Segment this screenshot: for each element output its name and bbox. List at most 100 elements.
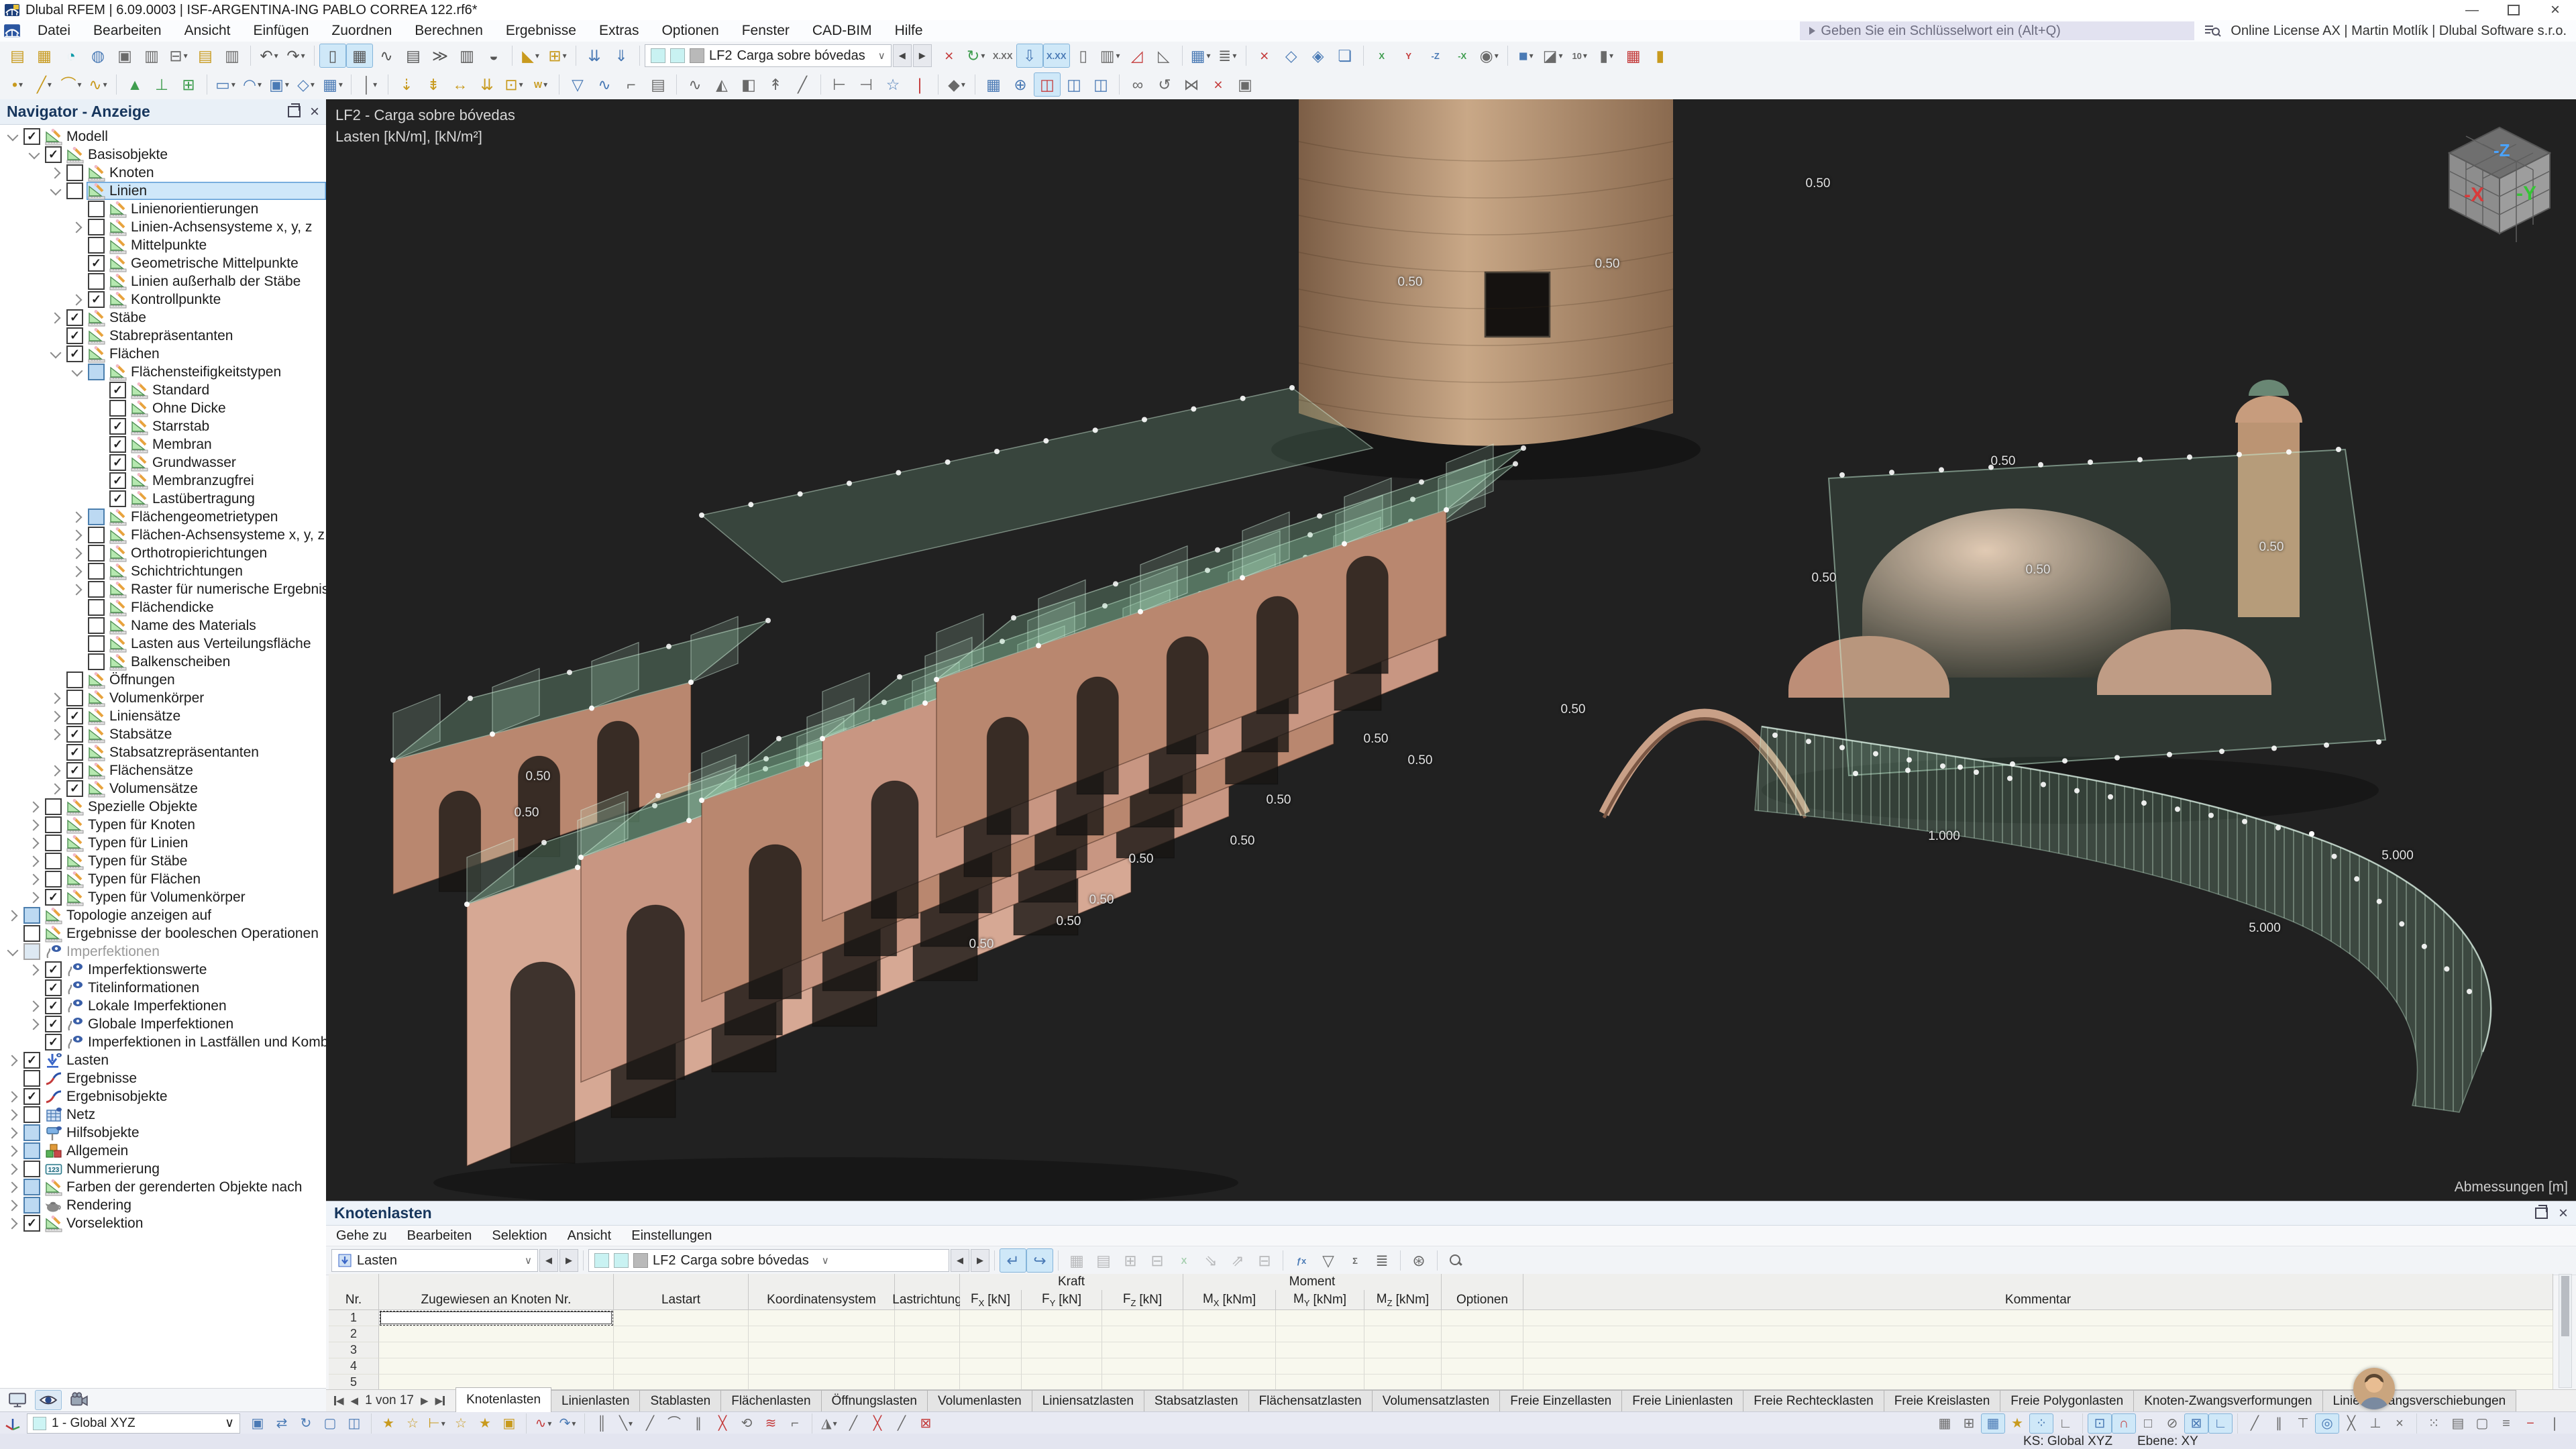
tree-expander-icon[interactable] (27, 818, 42, 833)
table-menu-selektion[interactable]: Selektion (482, 1228, 557, 1244)
table-cell[interactable] (1364, 1358, 1442, 1375)
magic-select-icon[interactable]: ☆ (879, 72, 906, 97)
line-load-icon[interactable]: ⇟ (420, 72, 447, 97)
table-view-icon[interactable]: ▤ (1090, 1248, 1117, 1273)
tree-checkbox[interactable] (23, 943, 40, 960)
copy-solid-icon[interactable]: ❏ (1332, 44, 1358, 68)
column-header-mz[interactable]: MZ[kNm] (1364, 1290, 1442, 1310)
tree-item-linienorientierungen[interactable]: Linienorientierungen (0, 200, 326, 218)
tree-item-volumensätze[interactable]: ✓Volumensätze (0, 780, 326, 798)
restore-backup-icon[interactable]: ◔ (58, 44, 85, 68)
tree-checkbox[interactable] (88, 364, 105, 380)
table-tab-knoten-zwangsverformungen[interactable]: Knoten-Zwangsverformungen (2133, 1390, 2322, 1412)
tree-checkbox[interactable] (66, 672, 83, 688)
tree-item-geometrische-mittelpunkte[interactable]: ✓Geometrische Mittelpunkte (0, 254, 326, 272)
column-header-nr-[interactable]: Nr. (329, 1290, 379, 1310)
line-single-icon[interactable]: ╱ (638, 1413, 662, 1434)
delete-row-icon[interactable]: ⊟ (1144, 1248, 1171, 1273)
previous-table-loadcase[interactable]: ◀ (951, 1249, 969, 1272)
column-header-fz[interactable]: FZ[kN] (1102, 1290, 1183, 1310)
crosshair-grid-icon[interactable]: ⊕ (1007, 72, 1034, 97)
transfer-loads-icon[interactable]: ⇊ (581, 44, 608, 68)
tree-item-liniensätze[interactable]: ✓Liniensätze (0, 707, 326, 725)
tree-item-imperfektionen-in-lastfällen-und-kombinationen-a-[interactable]: ✓Imperfektionen in Lastfällen und Kombin… (0, 1033, 326, 1051)
tree-checkbox[interactable]: ✓ (45, 1034, 62, 1051)
smooth-results-icon[interactable]: ◺ (1150, 44, 1177, 68)
float-panel-icon[interactable] (288, 106, 301, 117)
insert-row-icon[interactable]: ⊞ (1117, 1248, 1144, 1273)
table-cell[interactable] (1022, 1326, 1102, 1342)
tree-item-lasten[interactable]: ✓Lasten (0, 1051, 326, 1069)
calculation-check-icon[interactable]: ≣▾ (1214, 44, 1241, 68)
restore-button[interactable] (2493, 0, 2534, 20)
tree-checkbox[interactable] (45, 798, 62, 815)
column-header-lastrichtung[interactable]: Lastrichtung (895, 1290, 960, 1310)
table-cell[interactable] (1102, 1326, 1183, 1342)
tree-checkbox[interactable]: ✓ (109, 490, 126, 507)
tree-item-flächengeometrietypen[interactable]: Flächengeometrietypen (0, 508, 326, 526)
table-cell[interactable] (749, 1375, 895, 1391)
tree-checkbox[interactable] (88, 653, 105, 670)
table-cell[interactable] (1022, 1310, 1102, 1326)
tree-expander-icon[interactable] (70, 365, 85, 380)
table-tab-volumensatzlasten[interactable]: Volumensatzlasten (1372, 1390, 1501, 1412)
open-model-icon[interactable]: ▦ (31, 44, 58, 68)
tree-checkbox[interactable] (45, 835, 62, 851)
column-header-mx[interactable]: MX[kNm] (1183, 1290, 1276, 1310)
tree-checkbox[interactable]: ✓ (23, 128, 40, 145)
column-header-zugewiesen-an-knoten-nr-[interactable]: Zugewiesen an Knoten Nr. (379, 1290, 614, 1310)
tree-checkbox[interactable]: ✓ (109, 472, 126, 489)
table-cell[interactable] (1022, 1375, 1102, 1391)
tree-checkbox[interactable]: ✓ (66, 309, 83, 326)
fe-grid-icon[interactable]: ▦ (980, 72, 1007, 97)
square-snap-icon[interactable]: □ (2136, 1413, 2160, 1434)
tree-expander-icon[interactable] (27, 800, 42, 814)
new-solid-icon[interactable]: ▦▾ (319, 72, 346, 97)
table-cell[interactable] (749, 1342, 895, 1358)
menu-einf-gen[interactable]: Einfügen (241, 20, 320, 42)
tree-checkbox[interactable] (88, 581, 105, 598)
table-cell[interactable] (1183, 1326, 1276, 1342)
table-cell[interactable] (960, 1375, 1022, 1391)
table-cell[interactable] (1183, 1358, 1276, 1375)
tree-checkbox[interactable]: ✓ (23, 1088, 40, 1105)
table-tab-liniensatzlasten[interactable]: Liniensatzlasten (1032, 1390, 1144, 1412)
table-menu-gehe-zu[interactable]: Gehe zu (326, 1228, 397, 1244)
previous-category-button[interactable]: ◀ (539, 1249, 558, 1272)
box-snap-icon[interactable]: ⊠ (2184, 1413, 2208, 1434)
tree-item-membranzugfrei[interactable]: ✓Membranzugfrei (0, 472, 326, 490)
table-cell[interactable] (1022, 1358, 1102, 1375)
tree-item-ergebnisse-der-booleschen-operationen[interactable]: Ergebnisse der booleschen Operationen (0, 924, 326, 943)
connect-objects-icon[interactable]: ∞ (1124, 72, 1151, 97)
filter-table-icon[interactable]: ▽ (1315, 1248, 1342, 1273)
result-diagram-icon[interactable]: ◿ (1124, 44, 1150, 68)
measure-icon[interactable]: ╱ (789, 72, 816, 97)
table-cell[interactable] (895, 1310, 960, 1326)
table-tab-volumenlasten[interactable]: Volumenlasten (927, 1390, 1032, 1412)
search-table-button[interactable] (1442, 1248, 1469, 1273)
column-header-kommentar[interactable]: Kommentar (1523, 1290, 2553, 1310)
tree-checkbox[interactable] (88, 545, 105, 561)
table-menu-ansicht[interactable]: Ansicht (557, 1228, 622, 1244)
tree-checkbox[interactable]: ✓ (109, 454, 126, 471)
table-cell[interactable] (1442, 1375, 1523, 1391)
selection-box-icon[interactable]: ▢ (2470, 1413, 2494, 1434)
tree-item-starrstab[interactable]: ✓Starrstab (0, 417, 326, 435)
print-icon[interactable]: ⊟▾ (165, 44, 192, 68)
model-viewport[interactable]: -Z -X -Y LF2 - Carga sobre bóvedas Laste… (326, 99, 2576, 1201)
tree-expander-icon[interactable] (5, 129, 20, 144)
column-header-koordinatensystem[interactable]: Koordinatensystem (749, 1290, 895, 1310)
tree-checkbox[interactable]: ✓ (66, 744, 83, 761)
scale-object-icon[interactable]: ▢ (318, 1413, 342, 1434)
table-cell[interactable] (1442, 1358, 1523, 1375)
tree-expander-icon[interactable] (70, 582, 85, 597)
magnet-snap-icon[interactable]: ∩ (2112, 1413, 2136, 1434)
table-cell[interactable] (1442, 1342, 1523, 1358)
table-cell[interactable] (614, 1326, 749, 1342)
new-curved-surface-icon[interactable]: ◠▾ (239, 72, 266, 97)
column-header-fy[interactable]: FY[kN] (1022, 1290, 1102, 1310)
tables-manager-icon[interactable]: ▥ (453, 44, 480, 68)
visibility-wave-icon[interactable]: ∿ (682, 72, 708, 97)
surface-load-icon[interactable]: ⇊ (474, 72, 500, 97)
grid-visible-icon[interactable]: ▦ (1981, 1413, 2005, 1434)
